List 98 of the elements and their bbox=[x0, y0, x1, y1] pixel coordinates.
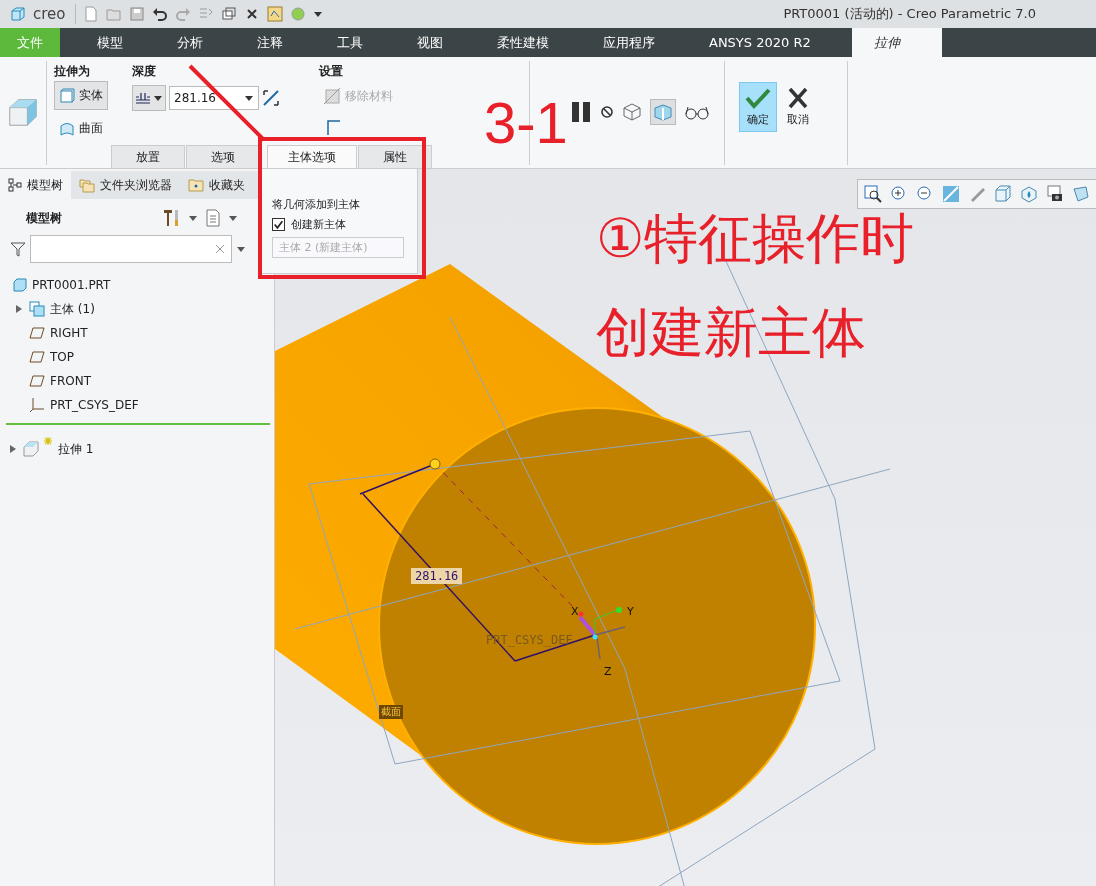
clear-icon[interactable] bbox=[215, 244, 225, 254]
caret-icon[interactable] bbox=[236, 244, 246, 254]
navigator-tab[interactable]: 文件夹浏览器 bbox=[71, 171, 180, 199]
bracket-icon[interactable] bbox=[325, 119, 343, 137]
tree-item[interactable]: FRONT bbox=[50, 374, 91, 388]
caret-icon[interactable] bbox=[188, 213, 198, 223]
ribbon-tab[interactable]: 柔性建模 bbox=[474, 28, 572, 57]
solid-icon bbox=[59, 87, 75, 104]
cube-icon bbox=[10, 6, 26, 22]
axis-label: Z bbox=[604, 665, 612, 678]
new-file-icon[interactable] bbox=[82, 6, 99, 22]
section-label: 截面 bbox=[379, 705, 403, 719]
toggle-button[interactable]: 实体 bbox=[54, 81, 108, 110]
cancel-button[interactable]: 取消 bbox=[779, 82, 817, 132]
cube-view-icon[interactable] bbox=[994, 185, 1012, 203]
bodies-icon bbox=[29, 301, 45, 317]
checkbox[interactable] bbox=[272, 218, 285, 231]
ok-button[interactable]: 确定 bbox=[739, 82, 777, 132]
csys-triad-drawing bbox=[578, 607, 626, 660]
flip-direction-icon[interactable] bbox=[262, 89, 280, 107]
plane-icon bbox=[29, 349, 45, 365]
checkmark-icon bbox=[745, 87, 771, 109]
camera-icon[interactable] bbox=[1046, 185, 1064, 203]
perspective-icon[interactable] bbox=[1072, 185, 1090, 203]
ribbon-tab[interactable]: 工具 bbox=[314, 28, 386, 57]
panel-tab[interactable]: 主体选项 bbox=[267, 145, 357, 168]
windows-icon[interactable] bbox=[220, 6, 237, 22]
blind-depth-icon bbox=[135, 90, 151, 106]
expand-arrow-icon[interactable] bbox=[8, 444, 18, 454]
zoom-in-icon[interactable] bbox=[890, 185, 908, 203]
tree-item[interactable]: RIGHT bbox=[50, 326, 88, 340]
shaded-cube-icon bbox=[653, 102, 673, 122]
axis-label: X bbox=[571, 605, 579, 618]
tree-item[interactable]: PRT_CSYS_DEF bbox=[50, 398, 139, 412]
depth-type-dropdown[interactable] bbox=[132, 85, 166, 111]
navigator-tab[interactable]: 收藏夹 bbox=[180, 171, 253, 199]
search-field[interactable] bbox=[30, 235, 232, 263]
zoom-window-icon[interactable] bbox=[864, 185, 882, 203]
tree-icon bbox=[8, 178, 22, 192]
caret-icon[interactable] bbox=[228, 213, 238, 223]
group-label: 设置 bbox=[319, 63, 344, 77]
step-annotation: 3-1 bbox=[484, 94, 568, 152]
panel-heading: 将几何添加到主体 bbox=[272, 197, 361, 212]
toggle-button[interactable]: 曲面 bbox=[54, 114, 108, 143]
caret-icon bbox=[153, 93, 163, 103]
list-settings-icon[interactable] bbox=[204, 209, 222, 227]
caret-icon bbox=[244, 93, 254, 103]
refit-icon[interactable] bbox=[942, 185, 960, 203]
no-preview-icon[interactable] bbox=[600, 105, 614, 119]
tree-item[interactable]: PRT0001.PRT bbox=[32, 278, 111, 292]
plane-icon bbox=[29, 325, 45, 341]
axes-icon bbox=[29, 397, 45, 413]
depth-field[interactable]: 281.16 bbox=[169, 86, 259, 110]
circle-icon[interactable] bbox=[289, 6, 306, 22]
filter-icon[interactable] bbox=[10, 241, 26, 257]
slash-square-icon bbox=[323, 87, 341, 105]
app-logo: creo bbox=[33, 5, 66, 23]
annotation-text: ①特征操作时 bbox=[596, 212, 915, 266]
panel-tab[interactable]: 属性 bbox=[358, 145, 432, 168]
ribbon-tab[interactable]: ANSYS 2020 R2 bbox=[686, 28, 834, 57]
undo-icon[interactable] bbox=[151, 6, 168, 22]
part-icon bbox=[13, 278, 27, 292]
folder-icon bbox=[188, 177, 204, 193]
extrude-cube-icon bbox=[8, 97, 38, 127]
annotation-text: 创建新主体 bbox=[596, 306, 867, 360]
group-label: 深度 bbox=[132, 63, 157, 77]
extrude-icon bbox=[23, 441, 39, 457]
caret-icon[interactable] bbox=[312, 9, 323, 19]
ribbon-tab[interactable]: 分析 bbox=[154, 28, 226, 57]
view-manager-icon[interactable] bbox=[1020, 185, 1038, 203]
folders-icon bbox=[79, 177, 95, 193]
picture-icon[interactable] bbox=[266, 6, 283, 22]
ribbon-tab[interactable]: 应用程序 bbox=[580, 28, 678, 57]
expand-arrow-icon[interactable] bbox=[14, 304, 24, 314]
panel-tab[interactable]: 放置 bbox=[111, 145, 185, 168]
wireframe-icon[interactable] bbox=[622, 102, 642, 122]
axis-label: Y bbox=[627, 605, 634, 618]
ribbon-tab[interactable]: 模型 bbox=[74, 28, 146, 57]
ribbon-tab[interactable]: 注释 bbox=[234, 28, 306, 57]
save-icon[interactable] bbox=[128, 6, 145, 22]
ribbon-tab[interactable]: 视图 bbox=[394, 28, 466, 57]
dimension-value[interactable]: 281.16 bbox=[411, 568, 463, 584]
tree-item[interactable]: 主体 (1) bbox=[50, 300, 95, 318]
tree-item[interactable]: TOP bbox=[50, 350, 74, 364]
tree-item[interactable]: 拉伸 1 bbox=[58, 440, 94, 458]
pause-icon[interactable] bbox=[570, 101, 592, 123]
drag-handle[interactable] bbox=[429, 458, 441, 470]
zoom-out-icon[interactable] bbox=[916, 185, 934, 203]
navigator-tab[interactable]: 模型树 bbox=[0, 171, 71, 199]
panel-title: 模型树 bbox=[26, 209, 63, 227]
panel-tab[interactable]: 选项 bbox=[186, 145, 260, 168]
preview-button[interactable] bbox=[650, 99, 676, 125]
checkbox-label[interactable]: 创建新主体 bbox=[291, 217, 346, 232]
plane-icon bbox=[29, 373, 45, 389]
ribbon-tab[interactable]: 拉伸 bbox=[851, 28, 942, 57]
group-label: 拉伸为 bbox=[54, 63, 91, 77]
window-title: PRT0001 (活动的) - Creo Parametric 7.0 bbox=[783, 5, 1036, 23]
surface-icon bbox=[59, 120, 75, 137]
